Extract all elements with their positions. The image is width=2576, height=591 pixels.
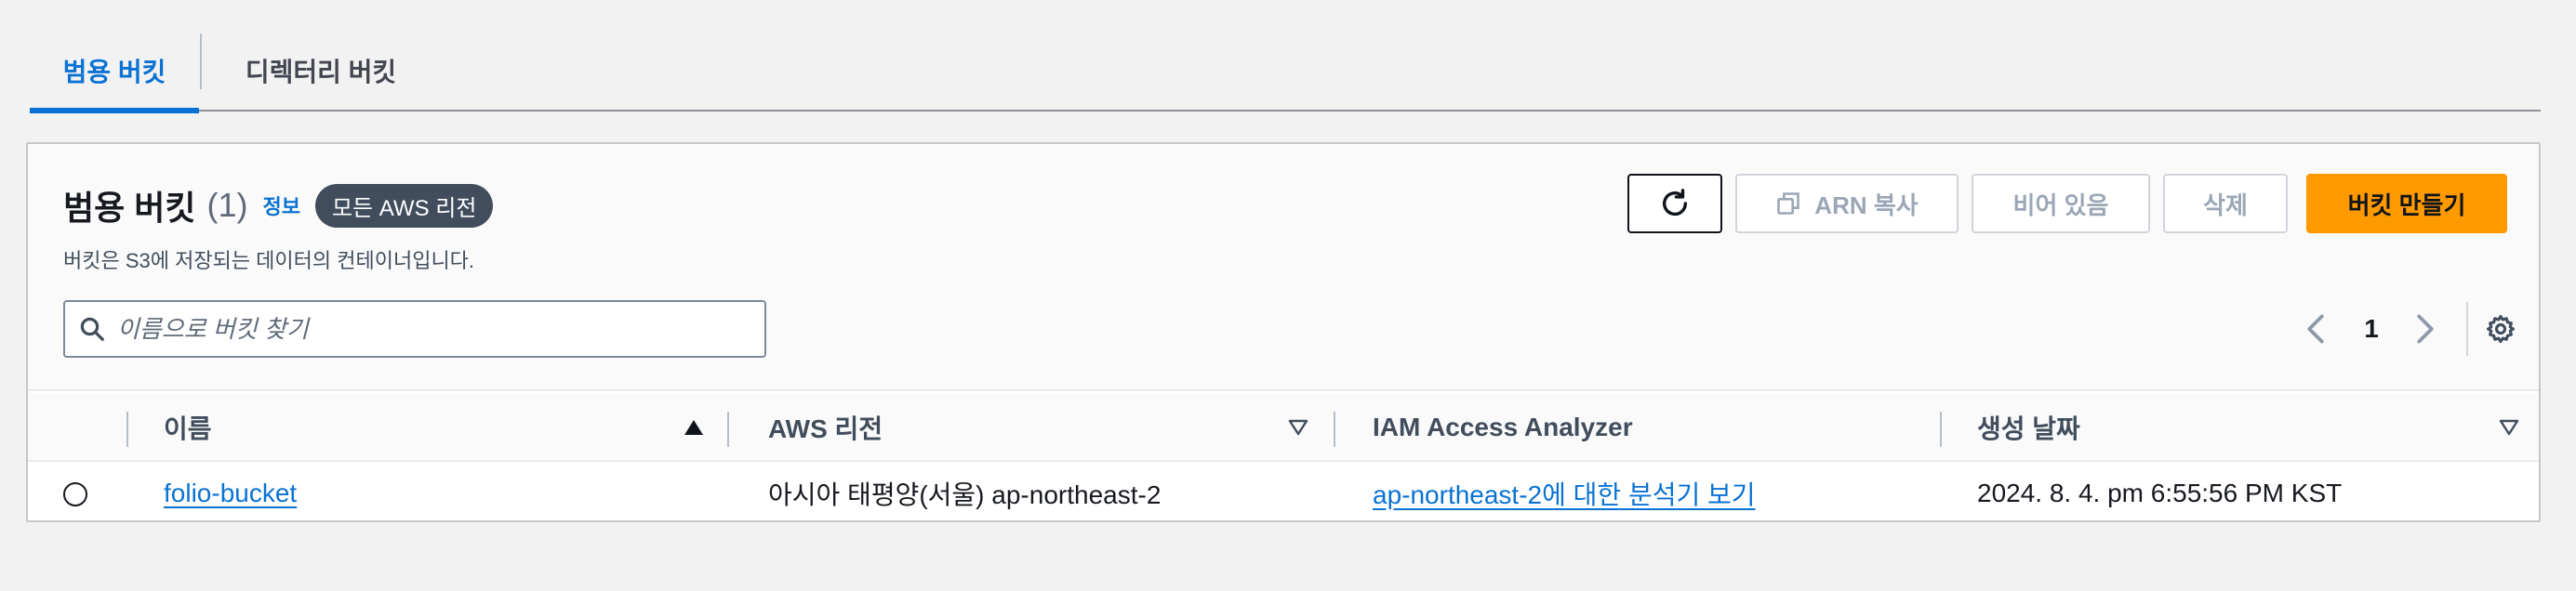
tab-general-purpose-buckets[interactable]: 범용 버킷 [30, 30, 199, 113]
table-header: 이름 AWS 리전 IAM Access Analyzer 생성 날짜 [28, 393, 2539, 462]
panel-header: 범용 버킷 (1) 정보 모든 AWS 리전 버킷은 S3에 저장되는 데이터의… [28, 144, 2539, 391]
row-select-radio[interactable] [63, 482, 87, 506]
sort-icon[interactable] [2498, 417, 2520, 438]
column-header-region[interactable]: AWS 리전 [768, 393, 883, 462]
column-divider [1940, 412, 1942, 447]
search-input[interactable] [117, 314, 731, 344]
current-page[interactable]: 1 [2353, 306, 2390, 352]
bucket-type-tabs: 범용 버킷 디렉터리 버킷 [30, 30, 2541, 113]
create-bucket-button[interactable]: 버킷 만들기 [2306, 174, 2507, 233]
bucket-region: 아시아 태평양(서울) ap-northeast-2 [768, 480, 1162, 509]
pager-divider [2466, 302, 2468, 356]
buckets-panel: 범용 버킷 (1) 정보 모든 AWS 리전 버킷은 S3에 저장되는 데이터의… [26, 142, 2541, 522]
previous-page-button[interactable] [2297, 306, 2334, 352]
chevron-right-icon [2417, 314, 2434, 344]
next-page-button[interactable] [2407, 306, 2444, 352]
column-divider [727, 412, 729, 447]
refresh-icon [1662, 189, 1688, 217]
column-header-created[interactable]: 생성 날짜 [1977, 393, 2080, 462]
empty-button[interactable]: 비어 있음 [1972, 174, 2150, 233]
chevron-left-icon [2307, 314, 2324, 344]
search-icon [80, 317, 104, 341]
bucket-created-date: 2024. 8. 4. pm 6:55:56 PM KST [1977, 479, 2343, 507]
copy-arn-label: ARN 복사 [1814, 190, 1919, 219]
title-row: 범용 버킷 (1) 정보 모든 AWS 리전 [63, 181, 494, 230]
column-divider [126, 412, 128, 447]
bucket-name-link[interactable]: folio-bucket [164, 479, 297, 508]
bucket-count: (1) [206, 186, 248, 224]
column-divider [1334, 412, 1335, 447]
tab-directory-buckets[interactable]: 디렉터리 버킷 [203, 30, 439, 112]
column-header-name[interactable]: 이름 [164, 393, 212, 462]
info-link[interactable]: 정보 [262, 190, 299, 220]
preferences-button[interactable] [2477, 306, 2524, 352]
tab-divider [200, 33, 202, 89]
copy-arn-button[interactable]: ARN 복사 [1735, 174, 1959, 233]
page-title: 범용 버킷 [63, 189, 196, 227]
panel-description: 버킷은 S3에 저장되는 데이터의 컨테이너입니다. [63, 249, 475, 272]
search-box [63, 300, 766, 358]
table-row: folio-bucket 아시아 태평양(서울) ap-northeast-2 … [28, 464, 2539, 520]
sort-ascending-icon[interactable] [683, 417, 705, 438]
region-badge: 모든 AWS 리전 [314, 183, 494, 228]
copy-icon [1777, 192, 1800, 215]
refresh-button[interactable] [1627, 174, 1722, 233]
access-analyzer-link[interactable]: ap-northeast-2에 대한 분석기 보기 [1373, 475, 1756, 512]
column-header-access-analyzer[interactable]: IAM Access Analyzer [1373, 393, 1633, 462]
gear-icon [2486, 314, 2516, 344]
sort-icon[interactable] [1287, 417, 1309, 438]
delete-button[interactable]: 삭제 [2163, 174, 2288, 233]
